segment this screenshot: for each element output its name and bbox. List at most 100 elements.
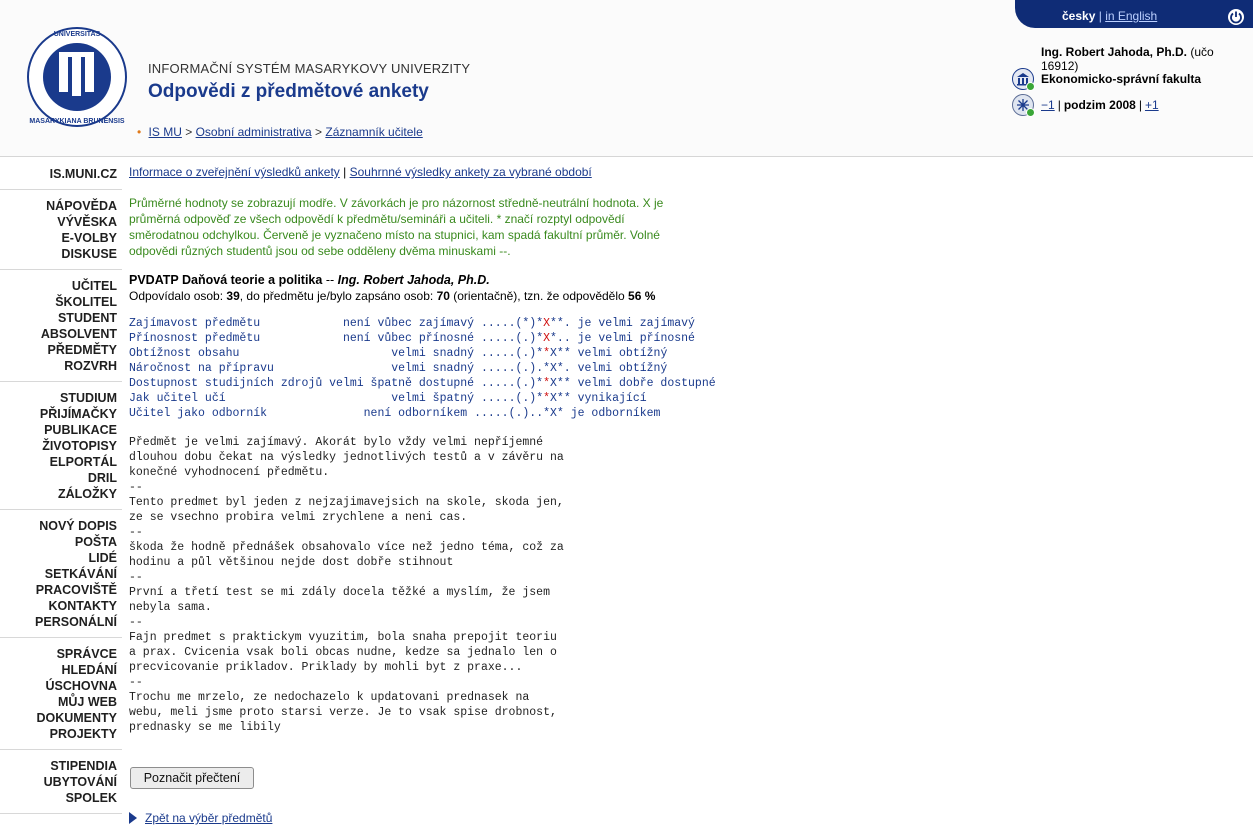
sidebar-item[interactable]: DOKUMENTY — [0, 710, 117, 726]
rating-scale-b: X*. — [550, 362, 578, 375]
breadcrumb-bullet-icon: • — [137, 125, 142, 139]
rating-scale-b: X** — [550, 377, 578, 390]
rating-row: Zajímavost předmětu není vůbec zajímavý … — [129, 316, 1239, 331]
sidebar-item[interactable]: PERSONÁLNÍ — [0, 614, 117, 630]
faculty-selector[interactable]: Ekonomicko-správní fakulta — [1012, 68, 1202, 91]
sidebar-item[interactable]: PRACOVIŠTĚ — [0, 582, 117, 598]
faculty-average-mark: * — [543, 392, 551, 405]
rating-scale-a: .....(.)* — [480, 332, 544, 345]
sidebar-item[interactable]: ŽIVOTOPISY — [0, 438, 117, 454]
sidebar-item[interactable]: SPRÁVCE — [0, 646, 117, 662]
sidebar-item[interactable]: POŠTA — [0, 534, 117, 550]
period-next-link[interactable]: +1 — [1145, 98, 1159, 112]
rating-high: je velmi zajímavý — [577, 317, 695, 330]
main-content: Informace o zveřejnění výsledků ankety |… — [129, 165, 1239, 735]
rating-high: velmi obtížný — [577, 362, 668, 375]
sidebar-item[interactable]: ROZVRH — [0, 358, 117, 374]
mark-read-button[interactable]: Poznačit přečtení — [130, 767, 254, 789]
faculty-name: Ekonomicko-správní fakulta — [1041, 72, 1202, 86]
sidebar-item[interactable]: SPOLEK — [0, 790, 117, 806]
lang-current: česky — [1062, 9, 1096, 23]
rating-high: je velmi přínosné — [577, 332, 695, 345]
comment-separator: -- — [129, 481, 143, 494]
student-comment: Trochu me mrzelo, ze nedochazelo k updat… — [129, 691, 557, 734]
svg-text:UNIVERSITAS: UNIVERSITAS — [54, 31, 101, 38]
ratings-table: Zajímavost předmětu není vůbec zajímavý … — [129, 316, 1239, 421]
student-comment: Fajn predmet s praktickym vyuzitim, bola… — [129, 631, 557, 674]
rating-row: Přínosnost předmětu není vůbec přínosné … — [129, 331, 1239, 346]
sidebar-item[interactable]: STUDENT — [0, 310, 117, 326]
lang-english-link[interactable]: in English — [1105, 9, 1157, 23]
sidebar-item[interactable]: PŘEDMĚTY — [0, 342, 117, 358]
logout-power-icon[interactable] — [1228, 9, 1244, 25]
page-title: Odpovědi z předmětové ankety — [148, 81, 429, 102]
faculty-average-mark: X — [543, 317, 551, 330]
sidebar-item[interactable]: PROJEKTY — [0, 726, 117, 742]
rating-low: velmi špatně dostupné — [329, 377, 481, 390]
sidebar-group: SPRÁVCE HLEDÁNÍ ÚSCHOVNA MŮJ WEB DOKUMENTY PR… — [0, 638, 122, 750]
breadcrumb-personal-admin[interactable]: Osobní administrativa — [196, 125, 312, 139]
sidebar-item[interactable]: DISKUSE — [0, 246, 117, 262]
sidebar-item[interactable]: PŘIJÍMAČKY — [0, 406, 117, 422]
period-prev-link[interactable]: −1 — [1041, 98, 1055, 112]
rating-scale-a: .....(.)* — [480, 377, 544, 390]
sidebar-item[interactable]: ELPORTÁL — [0, 454, 117, 470]
comment-separator: -- — [129, 676, 143, 689]
answered-count: 39 — [226, 289, 240, 303]
rating-high: je odborníkem — [570, 407, 661, 420]
sidebar-item[interactable]: SETKÁVÁNÍ — [0, 566, 117, 582]
sidebar-item[interactable]: PUBLIKACE — [0, 422, 117, 438]
sidebar-item[interactable]: UBYTOVÁNÍ — [0, 774, 117, 790]
rating-scale-b: X** — [550, 347, 578, 360]
sidebar-group: STUDIUM PŘIJÍMAČKY PUBLIKACE ŽIVOTOPISY ELPO… — [0, 382, 122, 510]
back-to-course-selection-link[interactable]: Zpět na výběr předmětů — [145, 811, 272, 825]
sidebar-group: NÁPOVĚDA VÝVĚSKA E-VOLBY DISKUSE — [0, 190, 122, 270]
sidebar-item[interactable]: STUDIUM — [0, 390, 117, 406]
course-name: PVDATP Daňová teorie a politika — [129, 273, 323, 287]
enrolled-count: 70 — [436, 289, 450, 303]
rating-label: Zajímavost předmětu — [129, 317, 337, 330]
sidebar-item[interactable]: UČITEL — [0, 278, 117, 294]
comment-separator: -- — [129, 526, 143, 539]
period-snowflake-icon[interactable] — [1012, 94, 1035, 117]
sidebar-item[interactable]: STIPENDIA — [0, 758, 117, 774]
breadcrumb-teacher-notebook[interactable]: Záznamník učitele — [325, 125, 422, 139]
rating-row: Dostupnost studijních zdrojů velmi špatn… — [129, 376, 1239, 391]
rating-scale-b: **. — [550, 317, 578, 330]
sidebar-item[interactable]: NOVÝ DOPIS — [0, 518, 117, 534]
faculty-building-icon[interactable] — [1012, 68, 1035, 91]
sidebar-item[interactable]: DRIL — [0, 470, 117, 486]
response-percent: 56 % — [628, 289, 656, 303]
faculty-average-mark: * — [543, 377, 550, 390]
publish-info-link[interactable]: Informace o zveřejnění výsledků ankety — [129, 165, 340, 179]
summary-results-link[interactable]: Souhrnné výsledky ankety za vybrané obdo… — [350, 165, 592, 179]
sidebar-item[interactable]: MŮJ WEB — [0, 694, 117, 710]
sidebar-item[interactable]: LIDÉ — [0, 550, 117, 566]
check-icon — [1026, 108, 1035, 117]
course-teacher: Ing. Robert Jahoda, Ph.D. — [337, 273, 490, 287]
sidebar-item[interactable]: ÚSCHOVNA — [0, 678, 117, 694]
masaryk-university-logo[interactable]: UNIVERSITAS MASARYKIANA BRUNENSIS — [26, 26, 128, 128]
rating-low: velmi snadný — [336, 362, 481, 375]
rating-scale-a: .....(.)* — [480, 347, 544, 360]
sidebar-item[interactable]: KONTAKTY — [0, 598, 117, 614]
sidebar-item[interactable]: VÝVĚSKA — [0, 214, 117, 230]
sidebar-group: IS.MUNI.CZ — [0, 158, 122, 190]
sidebar-item[interactable]: ZÁLOŽKY — [0, 486, 117, 502]
rating-row: Učitel jako odborník není odborníkem ...… — [129, 406, 1239, 421]
sidebar-nav: IS.MUNI.CZ NÁPOVĚDA VÝVĚSKA E-VOLBY DISKUSE U… — [0, 158, 122, 840]
sidebar-item[interactable]: HLEDÁNÍ — [0, 662, 117, 678]
sidebar-group: UČITEL ŠKOLITEL STUDENT ABSOLVENT PŘEDMĚTY RO… — [0, 270, 122, 382]
sidebar-item[interactable]: NÁPOVĚDA — [0, 198, 117, 214]
sidebar-item[interactable]: E-VOLBY — [0, 230, 117, 246]
back-link-row: Zpět na výběr předmětů — [129, 811, 272, 825]
sidebar-item[interactable]: ABSOLVENT — [0, 326, 117, 342]
rating-high: velmi dobře dostupné — [577, 377, 716, 390]
rating-label: Obtížnost obsahu — [129, 347, 337, 360]
user-name: Ing. Robert Jahoda, Ph.D. — [1041, 45, 1188, 59]
rating-label: Učitel jako odborník — [129, 407, 337, 420]
sidebar-item[interactable]: ŠKOLITEL — [0, 294, 117, 310]
breadcrumb-is-mu[interactable]: IS MU — [149, 125, 182, 139]
rating-row: Jak učitel učí velmi špatný .....(.)**X*… — [129, 391, 1239, 406]
sidebar-item[interactable]: IS.MUNI.CZ — [0, 166, 117, 182]
